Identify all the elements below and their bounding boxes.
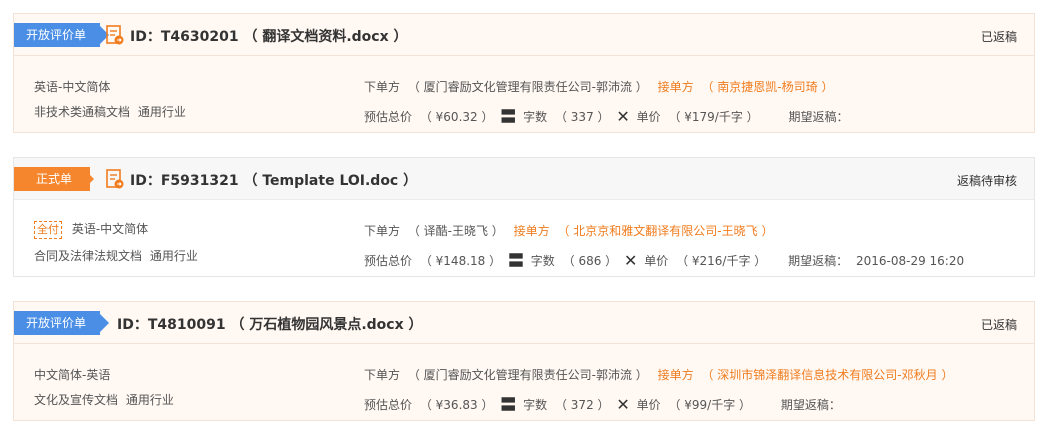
- receiver-value: （ 北京京和雅文翻译有限公司-王晓飞 ）: [557, 224, 774, 238]
- language-pair-text: 英语-中文简体: [71, 222, 149, 236]
- order-filename: （ Template LOI.doc ）: [243, 173, 418, 189]
- placer-label: 下单方: [364, 80, 401, 94]
- receiver-label: 接单方: [657, 368, 694, 382]
- equals-icon: 〓: [500, 395, 517, 414]
- unit-price-value: （ ¥216/千字 ）: [676, 254, 767, 268]
- doc-category: 非技术类通稿文档: [34, 105, 131, 119]
- times-icon: ✕: [616, 395, 630, 414]
- doc-type: 非技术类通稿文档 通用行业: [34, 103, 186, 120]
- est-total-label: 预估总价: [364, 254, 413, 268]
- words-value: （ 686 ）: [562, 254, 618, 268]
- order-card-header: 开放评价单 ID：T4630201 （ 翻译文档资料.docx ） 已返稿: [14, 14, 1034, 56]
- placer-value: （ 译酷-王晓飞 ）: [407, 224, 504, 238]
- order-id: ID：F5931321: [130, 173, 239, 189]
- unit-price-value: （ ¥99/千字 ）: [668, 398, 752, 412]
- order-type-ribbon: 开放评价单: [14, 311, 101, 335]
- placer-value: （ 厦门睿励文化管理有限责任公司-郭沛流 ）: [407, 80, 648, 94]
- placer-value: （ 厦门睿励文化管理有限责任公司-郭沛流 ）: [407, 368, 648, 382]
- doc-industry: 通用行业: [137, 105, 186, 119]
- receiver-value: （ 深圳市锦泽翻译信息技术有限公司-邓秋月 ）: [701, 368, 954, 382]
- doc-type: 文化及宣传文档 通用行业: [34, 391, 174, 408]
- pricing-row: 预估总价 （ ¥60.32 ） 〓 字数 （ 337 ） ✕ 单价 （ ¥179…: [364, 103, 853, 127]
- document-icon: [106, 25, 124, 45]
- unit-price-label: 单价: [636, 398, 661, 412]
- est-total-value: （ ¥148.18 ）: [419, 254, 502, 268]
- est-total-value: （ ¥36.83 ）: [419, 398, 494, 412]
- order-card-header: 正式单 ID：F5931321 （ Template LOI.doc ） 返稿待…: [14, 158, 1034, 200]
- status-label: 已返稿: [980, 318, 1017, 332]
- pricing-row: 预估总价 （ ¥36.83 ） 〓 字数 （ 372 ） ✕ 单价 （ ¥99/…: [364, 391, 845, 415]
- deadline-label: 期望返稿：: [780, 398, 841, 412]
- doc-category: 合同及法律法规文档: [34, 249, 143, 263]
- language-pair: 中文简体-英语: [34, 366, 110, 383]
- order-card: 正式单 ID：F5931321 （ Template LOI.doc ） 返稿待…: [13, 157, 1035, 277]
- doc-type: 合同及法律法规文档 通用行业: [34, 247, 198, 264]
- words-value: （ 337 ）: [554, 110, 610, 124]
- order-title[interactable]: ID：F5931321 （ Template LOI.doc ）: [130, 170, 417, 190]
- language-pair: 英语-中文简体: [34, 78, 110, 95]
- order-type-ribbon: 开放评价单: [14, 23, 101, 47]
- est-total-label: 预估总价: [364, 110, 413, 124]
- unit-price-label: 单价: [644, 254, 669, 268]
- order-card: 开放评价单 ID：T4630201 （ 翻译文档资料.docx ） 已返稿 英语…: [13, 13, 1035, 133]
- est-total-label: 预估总价: [364, 398, 413, 412]
- placer-label: 下单方: [364, 224, 401, 238]
- order-title[interactable]: ID：T4630201 （ 翻译文档资料.docx ）: [130, 26, 408, 46]
- order-id: ID：T4630201: [130, 29, 239, 45]
- deadline-value: 2016-08-29 16:20: [855, 254, 965, 268]
- parties-row: 下单方 （ 厦门睿励文化管理有限责任公司-郭沛流 ） 接单方 （ 深圳市锦泽翻译…: [364, 366, 953, 383]
- equals-icon: 〓: [500, 107, 517, 126]
- equals-icon: 〓: [507, 251, 524, 270]
- receiver-label: 接单方: [513, 224, 550, 238]
- order-title[interactable]: ID：T4810091 （ 万石植物园风景点.docx ）: [117, 314, 423, 334]
- doc-category: 文化及宣传文档: [34, 393, 119, 407]
- doc-industry: 通用行业: [149, 249, 198, 263]
- unit-price-label: 单价: [636, 110, 661, 124]
- order-filename: （ 万石植物园风景点.docx ）: [230, 317, 423, 333]
- times-icon: ✕: [624, 251, 638, 270]
- status-label: 已返稿: [980, 30, 1017, 44]
- receiver-value: （ 南京捷恩凯-杨司琦 ）: [701, 80, 834, 94]
- deadline-label: 期望返稿：: [788, 110, 849, 124]
- order-card-header: 开放评价单 ID：T4810091 （ 万石植物园风景点.docx ） 已返稿: [14, 302, 1034, 344]
- receiver-label: 接单方: [657, 80, 694, 94]
- language-pair: 全付 英语-中文简体: [34, 220, 148, 239]
- doc-industry: 通用行业: [125, 393, 174, 407]
- parties-row: 下单方 （ 译酷-王晓飞 ） 接单方 （ 北京京和雅文翻译有限公司-王晓飞 ）: [364, 222, 773, 239]
- order-card: 开放评价单 ID：T4810091 （ 万石植物园风景点.docx ） 已返稿 …: [13, 301, 1035, 421]
- words-label: 字数: [523, 110, 548, 124]
- order-id: ID：T4810091: [117, 317, 226, 333]
- words-label: 字数: [523, 398, 548, 412]
- words-value: （ 372 ）: [554, 398, 610, 412]
- unit-price-value: （ ¥179/千字 ）: [668, 110, 759, 124]
- parties-row: 下单方 （ 厦门睿励文化管理有限责任公司-郭沛流 ） 接单方 （ 南京捷恩凯-杨…: [364, 78, 833, 95]
- language-pair-text: 英语-中文简体: [34, 80, 111, 94]
- words-label: 字数: [530, 254, 555, 268]
- placer-label: 下单方: [364, 368, 401, 382]
- document-icon: [106, 169, 124, 189]
- deadline-label: 期望返稿：: [788, 254, 849, 268]
- status-label: 返稿待审核: [956, 174, 1017, 188]
- order-type-ribbon: 正式单: [14, 167, 91, 191]
- order-filename: （ 翻译文档资料.docx ）: [243, 29, 408, 45]
- pricing-row: 预估总价 （ ¥148.18 ） 〓 字数 （ 686 ） ✕ 单价 （ ¥21…: [364, 247, 964, 271]
- full-payment-badge: 全付: [34, 221, 62, 239]
- language-pair-text: 中文简体-英语: [34, 368, 111, 382]
- est-total-value: （ ¥60.32 ）: [419, 110, 494, 124]
- times-icon: ✕: [616, 107, 630, 126]
